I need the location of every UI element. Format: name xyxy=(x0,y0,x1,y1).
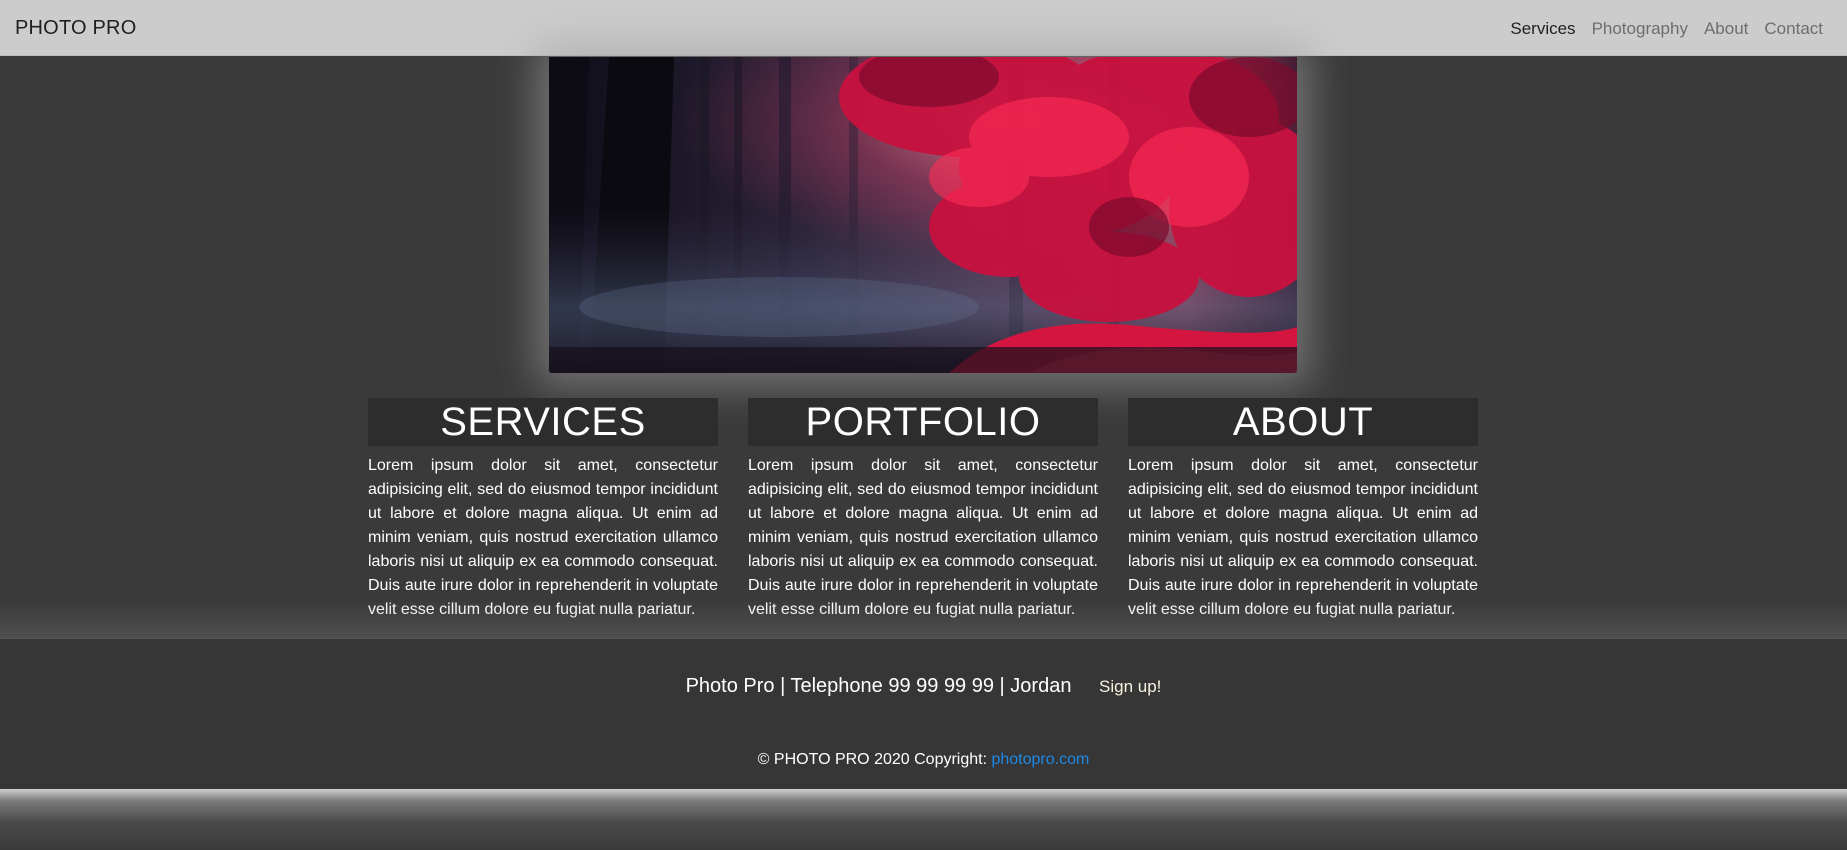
footer: Photo Pro | Telephone 99 99 99 99 | Jord… xyxy=(0,638,1847,790)
nav-link-contact[interactable]: Contact xyxy=(1764,19,1823,39)
footer-contact-line: Photo Pro | Telephone 99 99 99 99 | Jord… xyxy=(0,675,1847,698)
about-text: Lorem ipsum dolor sit amet, consectetur … xyxy=(1128,457,1478,618)
brand-logo[interactable]: PHOTO PRO xyxy=(15,17,136,40)
copyright-link[interactable]: photopro.com xyxy=(991,751,1089,768)
nav-links: Services Photography About Contact xyxy=(1510,19,1823,39)
forest-photo xyxy=(549,57,1297,373)
nav-link-photography[interactable]: Photography xyxy=(1592,19,1688,39)
about-heading: ABOUT xyxy=(1128,398,1478,446)
portfolio-heading: PORTFOLIO xyxy=(748,398,1098,446)
signup-link[interactable]: Sign up! xyxy=(1099,677,1161,696)
services-text: Lorem ipsum dolor sit amet, consectetur … xyxy=(368,457,718,618)
nav-link-services[interactable]: Services xyxy=(1510,19,1575,39)
services-heading: SERVICES xyxy=(368,398,718,446)
copyright: © PHOTO PRO 2020 Copyright: photopro.com xyxy=(0,751,1847,769)
portfolio-section: PORTFOLIO Lorem ipsum dolor sit amet, co… xyxy=(748,398,1098,622)
navbar: PHOTO PRO Services Photography About Con… xyxy=(0,0,1847,56)
content-columns: SERVICES Lorem ipsum dolor sit amet, con… xyxy=(368,398,1478,622)
services-section: SERVICES Lorem ipsum dolor sit amet, con… xyxy=(368,398,718,622)
nav-link-about[interactable]: About xyxy=(1704,19,1748,39)
portfolio-text: Lorem ipsum dolor sit amet, consectetur … xyxy=(748,457,1098,618)
about-section: ABOUT Lorem ipsum dolor sit amet, consec… xyxy=(1128,398,1478,622)
footer-contact: Photo Pro | Telephone 99 99 99 99 | Jord… xyxy=(685,675,1072,697)
copyright-text: © PHOTO PRO 2020 Copyright: xyxy=(757,751,992,768)
hero-image xyxy=(549,57,1297,373)
bottom-shadow xyxy=(0,789,1847,850)
